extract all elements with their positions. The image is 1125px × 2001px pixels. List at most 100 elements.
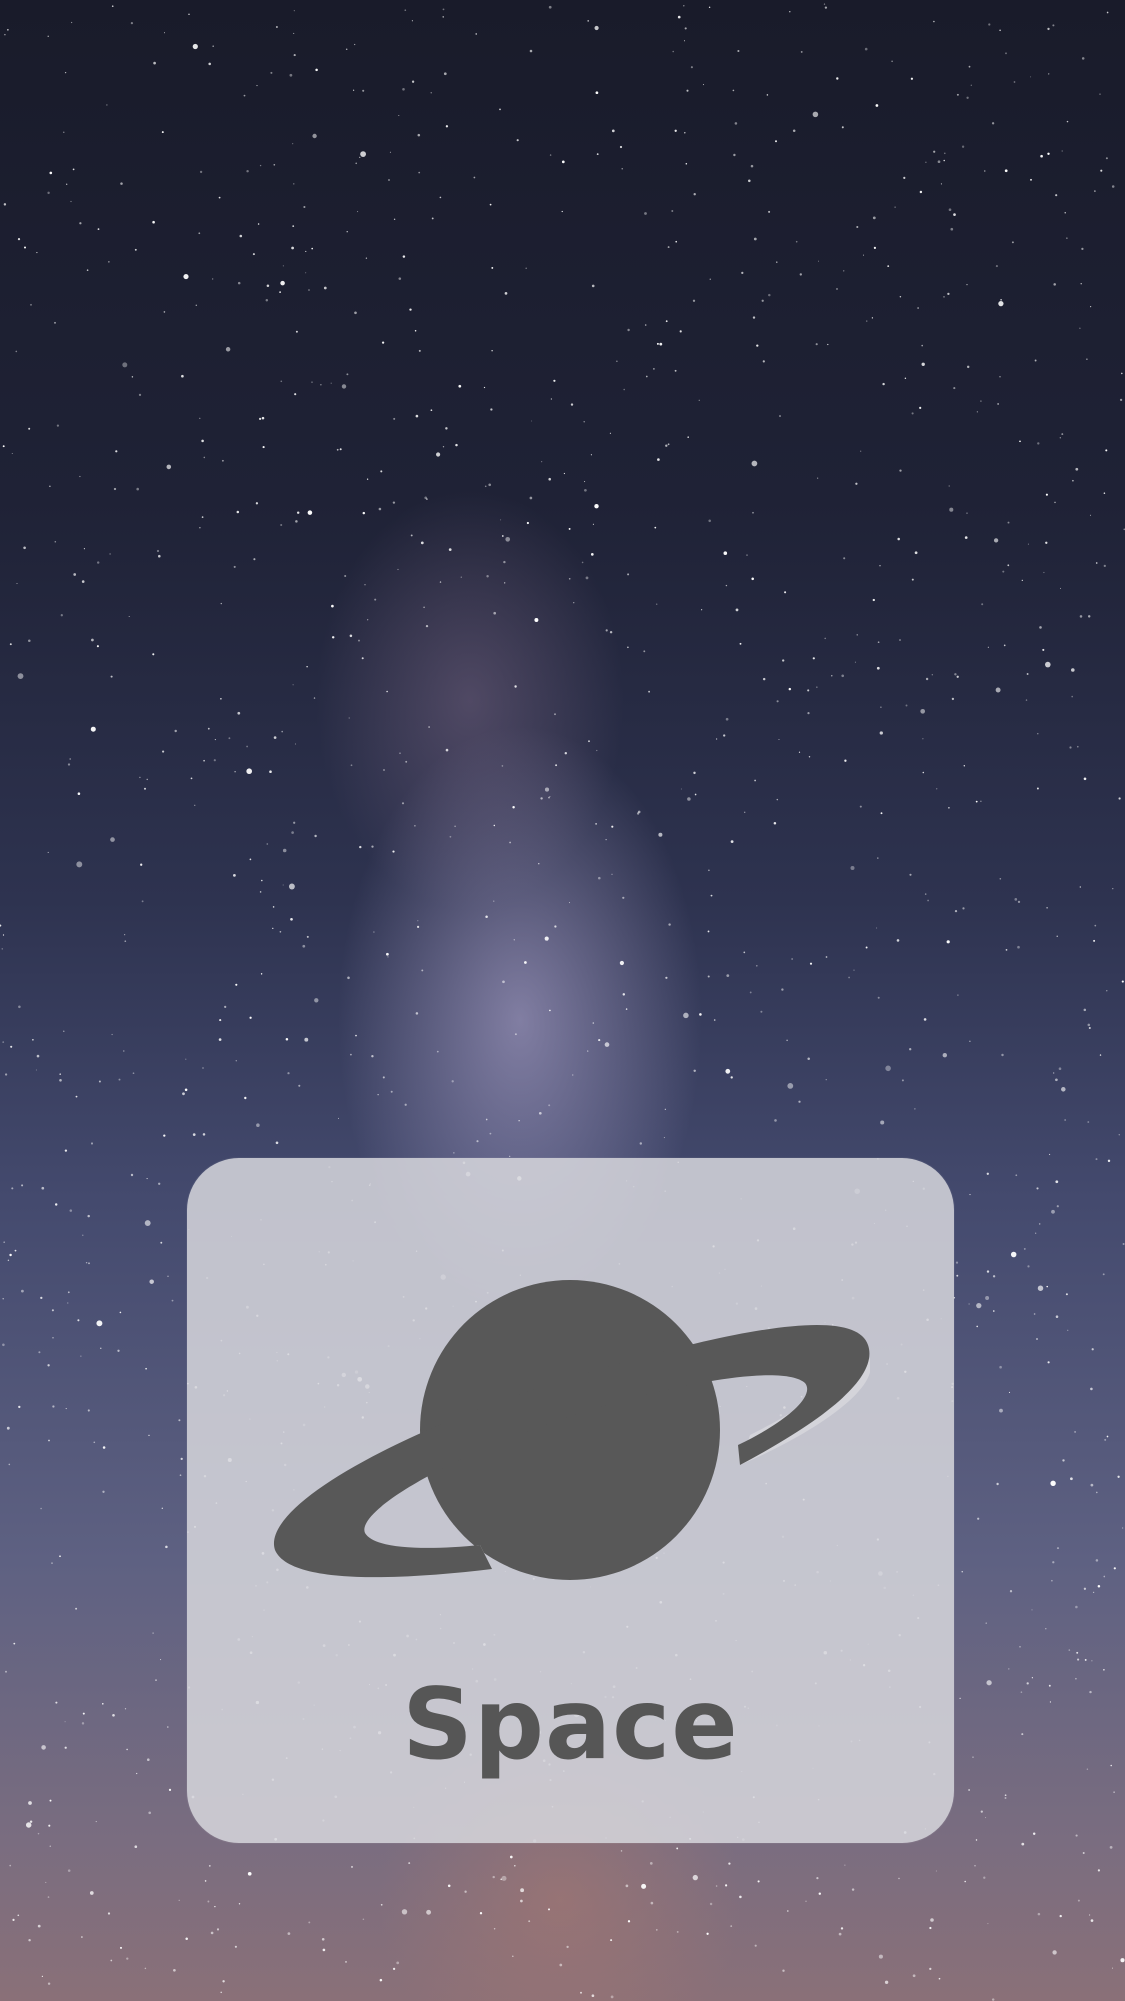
star bbox=[272, 927, 274, 930]
star bbox=[749, 991, 752, 994]
star bbox=[36, 1054, 40, 1058]
star bbox=[985, 1296, 990, 1300]
star bbox=[47, 1364, 50, 1367]
star bbox=[555, 764, 558, 767]
star bbox=[1027, 1265, 1030, 1268]
star bbox=[923, 1018, 927, 1021]
star bbox=[314, 998, 319, 1003]
star bbox=[1002, 570, 1005, 573]
star bbox=[102, 1446, 106, 1449]
star bbox=[732, 89, 735, 92]
star bbox=[844, 1864, 846, 1866]
star bbox=[905, 704, 908, 707]
star bbox=[1017, 945, 1020, 949]
star bbox=[1081, 57, 1085, 60]
star bbox=[489, 1132, 492, 1135]
star bbox=[1087, 615, 1091, 618]
star bbox=[930, 1918, 934, 1922]
star bbox=[1056, 1205, 1059, 1208]
star bbox=[636, 812, 640, 815]
star bbox=[75, 1095, 78, 1098]
star bbox=[13, 1642, 16, 1645]
star bbox=[641, 1883, 647, 1889]
star bbox=[773, 822, 777, 825]
star bbox=[762, 677, 766, 681]
star bbox=[417, 133, 421, 137]
star bbox=[499, 108, 501, 111]
star bbox=[514, 1033, 517, 1036]
star bbox=[625, 1884, 629, 1888]
star bbox=[146, 778, 148, 781]
star bbox=[1048, 73, 1050, 75]
star bbox=[2, 1298, 4, 1300]
star bbox=[108, 261, 110, 263]
star bbox=[882, 382, 885, 386]
star bbox=[948, 485, 950, 487]
star bbox=[904, 377, 907, 379]
star bbox=[755, 964, 758, 967]
star bbox=[76, 861, 83, 868]
star bbox=[392, 1967, 396, 1971]
star bbox=[865, 946, 868, 949]
star bbox=[591, 1994, 595, 1998]
star bbox=[570, 403, 574, 406]
star bbox=[371, 845, 374, 848]
star bbox=[709, 278, 711, 280]
star bbox=[891, 60, 893, 63]
star bbox=[917, 307, 919, 309]
star bbox=[436, 1050, 439, 1053]
star bbox=[90, 726, 96, 732]
star bbox=[11, 1187, 14, 1190]
star bbox=[1007, 521, 1010, 524]
star bbox=[1042, 648, 1045, 651]
app-tile-label: Space bbox=[402, 1668, 739, 1782]
star bbox=[725, 1884, 728, 1887]
star bbox=[1052, 24, 1055, 27]
star bbox=[524, 961, 527, 964]
star bbox=[950, 227, 954, 231]
star bbox=[993, 1310, 995, 1312]
star bbox=[1071, 695, 1073, 698]
star bbox=[265, 298, 269, 302]
star bbox=[884, 1980, 889, 1984]
star bbox=[1049, 1701, 1051, 1703]
star bbox=[999, 29, 1001, 32]
space-app-tile[interactable]: Space bbox=[187, 1158, 954, 1843]
star bbox=[1104, 1438, 1107, 1441]
star bbox=[194, 804, 196, 806]
star bbox=[54, 321, 56, 324]
star bbox=[426, 498, 428, 500]
star bbox=[132, 1072, 135, 1075]
star bbox=[999, 1365, 1002, 1369]
star bbox=[491, 350, 493, 352]
star bbox=[279, 291, 281, 293]
star bbox=[1097, 1869, 1101, 1872]
star bbox=[81, 580, 85, 583]
star bbox=[414, 329, 417, 332]
star bbox=[386, 690, 388, 693]
star bbox=[1021, 579, 1023, 582]
star bbox=[220, 602, 222, 605]
star bbox=[685, 162, 688, 165]
star bbox=[134, 1845, 138, 1849]
star bbox=[1056, 935, 1058, 937]
star bbox=[876, 666, 880, 670]
star bbox=[919, 406, 922, 409]
star bbox=[192, 43, 198, 50]
star bbox=[927, 899, 930, 902]
star bbox=[1021, 1842, 1025, 1846]
star bbox=[273, 736, 277, 739]
star bbox=[554, 713, 556, 716]
star bbox=[272, 906, 275, 908]
star bbox=[199, 417, 201, 419]
star bbox=[698, 399, 700, 401]
star bbox=[423, 606, 425, 609]
star bbox=[445, 748, 449, 752]
star bbox=[987, 1923, 989, 1925]
star bbox=[674, 129, 677, 132]
star bbox=[911, 578, 914, 581]
star bbox=[292, 143, 294, 145]
star bbox=[743, 951, 746, 954]
star bbox=[609, 630, 613, 634]
star bbox=[418, 349, 421, 352]
